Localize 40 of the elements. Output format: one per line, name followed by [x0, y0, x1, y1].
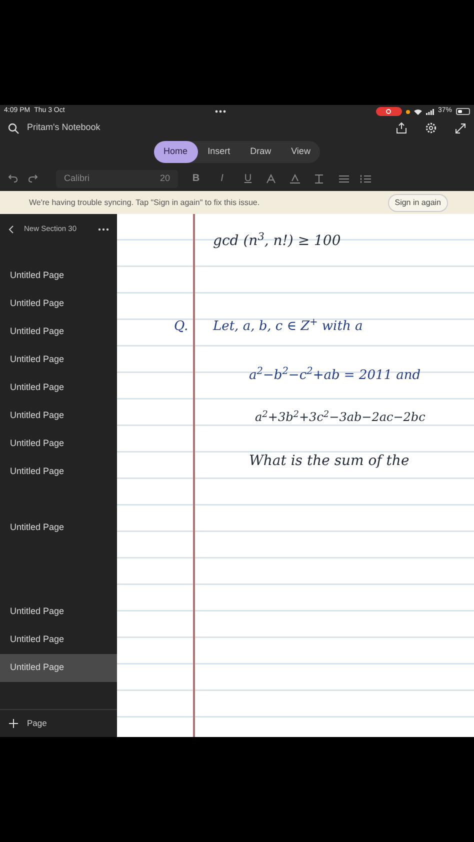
signal-icon — [426, 108, 434, 114]
page-list-item[interactable]: Untitled Page — [0, 598, 117, 626]
plus-icon[interactable] — [9, 719, 18, 728]
ribbon-tab[interactable]: Draw — [240, 141, 282, 163]
page-list-item[interactable]: Untitled Page — [0, 458, 117, 486]
more-icon[interactable] — [214, 110, 226, 113]
handwritten-text: gcd (n$^{3}$, n!) ≥ 100 — [213, 234, 341, 248]
page-list-item[interactable]: Untitled Page — [0, 262, 117, 290]
ribbon-tab[interactable]: Home — [154, 141, 198, 163]
recording-indicator[interactable] — [376, 107, 402, 116]
handwritten-text: Q. — [174, 320, 188, 333]
back-icon[interactable] — [8, 224, 14, 234]
page-list-item[interactable]: Untitled Page — [0, 514, 117, 542]
add-page-button[interactable]: Page — [27, 717, 47, 730]
font-size: 20 — [160, 172, 170, 185]
page-list-item[interactable]: Untitled Page — [0, 626, 117, 654]
handwritten-text: Let, a, b, c ∈ Z$^{+}$ with a — [213, 320, 363, 333]
settings-icon[interactable] — [425, 122, 437, 134]
wifi-icon — [414, 108, 422, 114]
page-list-item[interactable]: Untitled Page — [0, 374, 117, 402]
expand-icon[interactable] — [455, 122, 466, 134]
ribbon-tab[interactable]: View — [281, 141, 320, 163]
page-list-item[interactable]: Untitled Page — [0, 318, 117, 346]
notebook-title[interactable]: Pritam's Notebook — [27, 121, 388, 135]
ribbon-tab[interactable]: Insert — [198, 141, 240, 163]
battery-icon — [456, 108, 470, 115]
search-icon[interactable] — [8, 122, 19, 134]
more-icon[interactable] — [98, 228, 109, 230]
handwritten-text: a$^{2}$−b$^{2}$−c$^{2}$+ab = 2011 and — [249, 369, 421, 382]
sign-in-button[interactable]: Sign in again — [388, 194, 448, 212]
page-list-item[interactable]: Untitled Page — [0, 402, 117, 430]
handwritten-text: What is the sum of the — [249, 454, 410, 468]
handwritten-text: a$^{2}$+3b$^{2}$+3c$^{2}$−3ab−2ac−2bc — [255, 411, 426, 423]
page-list-item[interactable]: Untitled Page — [0, 290, 117, 318]
sync-warning-message: We're having trouble syncing. Tap "Sign in again" to fix this issue. — [29, 196, 261, 208]
page-list-item[interactable]: Untitled Page — [0, 430, 117, 458]
font-name: Calibri — [64, 172, 90, 185]
page-list-item[interactable]: Untitled Page — [0, 346, 117, 374]
share-icon[interactable] — [396, 122, 407, 134]
page-list-item[interactable]: Untitled Page — [0, 654, 117, 682]
